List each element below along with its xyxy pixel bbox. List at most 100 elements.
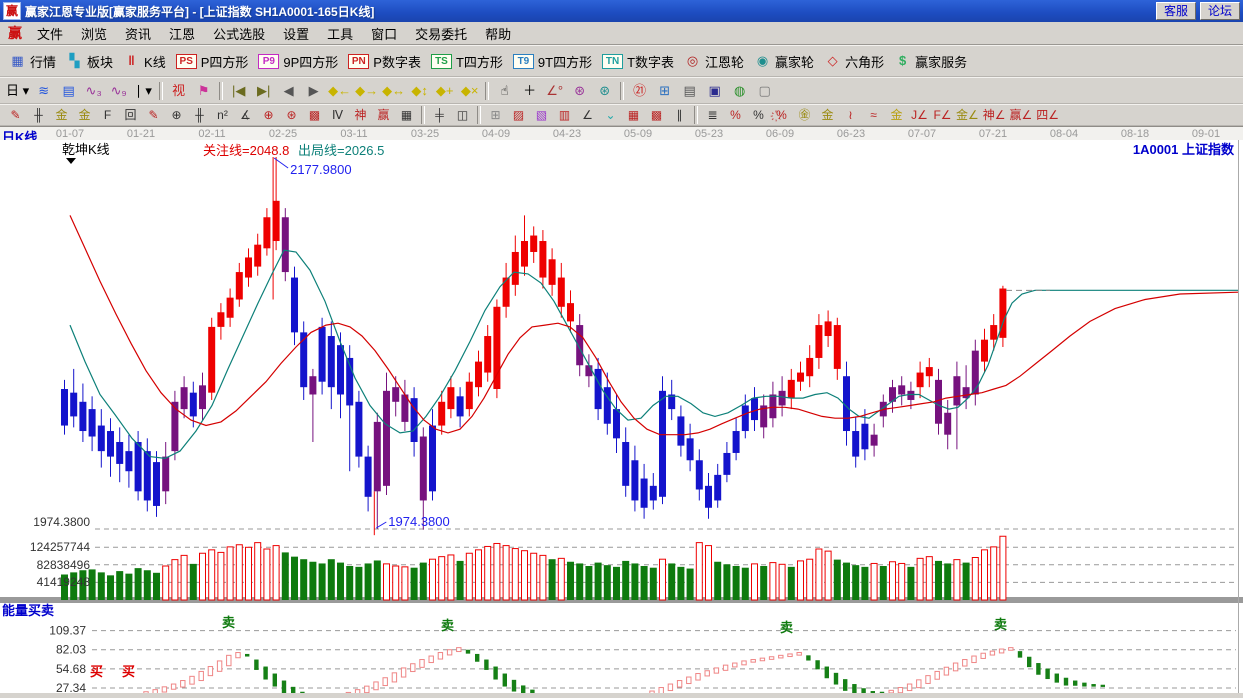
toolbar-button-yingjiafuwu[interactable]: $赢家服务 [894,52,967,71]
nav-diamond-right-button[interactable]: ◆→ [354,80,379,102]
nav-angle-tool-button[interactable]: ∠° [543,80,566,102]
draw-ink-line-button[interactable]: ≀ [840,106,861,125]
draw-golden-grid-2-button[interactable]: 金 [74,106,95,125]
nav-flag-marker-button[interactable]: ⚑ [192,80,215,102]
menu-item-1[interactable]: 浏览 [72,22,116,45]
draw-grid-red-button[interactable]: ▦ [623,106,644,125]
draw-fan-box-button[interactable]: ▥ [554,106,575,125]
nav-next-bar-button[interactable]: ▶ [302,80,325,102]
toolbar-button-yingjialun[interactable]: ◉赢家轮 [754,52,814,71]
draw-grid-dense-button[interactable]: ▩ [646,106,667,125]
nav-wave-view-button[interactable]: ≋ [32,80,55,102]
menu-item-4[interactable]: 公式选股 [204,22,274,45]
draw-roman-4-button[interactable]: Ⅳ [327,106,348,125]
nav-wave-9-button[interactable]: ∿₉ [107,80,130,102]
nav-crosshair-tool-button[interactable]: ＋ [518,80,541,102]
draw-fan-red-button[interactable]: ▨ [508,106,529,125]
menu-item-8[interactable]: 交易委托 [406,22,476,45]
forum-button[interactable]: 论坛 [1200,2,1240,20]
nav-web-button[interactable]: ◍ [728,80,751,102]
nav-hand-tool-button[interactable]: ☝ [493,80,516,102]
draw-angle-meas-button[interactable]: ∡ [235,106,256,125]
nav-calendar-button[interactable]: ㉑ [628,80,651,102]
toolbar-button-9t-sifangxing[interactable]: T99T四方形 [513,52,592,71]
draw-j-angle-button[interactable]: J∠ [909,106,930,125]
draw-percent-line-button[interactable]: ҉% [771,106,792,125]
nav-diamond-h-button[interactable]: ◆↔ [381,80,406,102]
draw-si-angle-button[interactable]: 四∠ [1035,106,1060,125]
toolbar-button-9p-sifangxing[interactable]: P99P四方形 [258,52,338,71]
nav-view-red-button[interactable]: 视 [167,80,190,102]
nav-diamond-v-button[interactable]: ◆↕ [408,80,431,102]
toolbar-button-hangqing[interactable]: ▦行情 [9,52,56,71]
toolbar-button-t-shuzibiao[interactable]: TNT数字表 [602,52,674,71]
draw-num-grid-button[interactable]: ▦ [396,106,417,125]
draw-star-wheel-button[interactable]: ⊛ [281,106,302,125]
draw-trend-angle-button[interactable]: ∠ [577,106,598,125]
menu-item-5[interactable]: 设置 [274,22,318,45]
toolbar-button-p-sifangxing[interactable]: PSP四方形 [176,52,249,71]
draw-wave-line-button[interactable]: ≈ [863,106,884,125]
draw-n-square-button[interactable]: n² [212,106,233,125]
customer-service-button[interactable]: 客服 [1156,2,1196,20]
nav-notes-button[interactable]: ▤ [678,80,701,102]
nav-wave-3-button[interactable]: ∿₃ [82,80,105,102]
draw-percent-red-button[interactable]: % [725,106,746,125]
draw-brush-red-button[interactable]: ✎ [143,106,164,125]
nav-diamond-plus-button[interactable]: ◆+ [433,80,456,102]
menu-item-2[interactable]: 资讯 [116,22,160,45]
draw-target-red-button[interactable]: ⊕ [258,106,279,125]
draw-circle-cycle-button[interactable]: ⊕ [166,106,187,125]
chart-area[interactable]: 2177.98001974.3800乾坤K线关注线=2048.8出局线=2026… [0,140,1243,693]
nav-diamond-left-button[interactable]: ◆← [327,80,352,102]
nav-save-button[interactable]: ▣ [703,80,726,102]
nav-first-bar-button[interactable]: |◀ [227,80,250,102]
draw-brush-button[interactable]: ✎ [5,106,26,125]
nav-purple-tool-button[interactable]: ⊛ [568,80,591,102]
toolbar-button-t-sifangxing[interactable]: TST四方形 [431,52,503,71]
draw-fibo-button[interactable]: F [97,106,118,125]
toolbar-button-bankuai[interactable]: ▚板块 [66,52,113,71]
draw-scale-list-button[interactable]: ≣ [702,106,723,125]
nav-diamond-x-button[interactable]: ◆× [458,80,481,102]
nav-candle-menu-button[interactable]: ∣ ▾ [132,80,155,102]
nav-calculator-button[interactable]: ⊞ [653,80,676,102]
draw-spider-grid-button[interactable]: ▩ [304,106,325,125]
draw-shen-grid-button[interactable]: 神 [350,106,371,125]
draw-box-split-button[interactable]: ◫ [452,106,473,125]
nav-workstation-button[interactable]: ▢ [753,80,776,102]
draw-fan-purple-button[interactable]: ▧ [531,106,552,125]
menu-item-7[interactable]: 窗口 [362,22,406,45]
draw-v-check-button[interactable]: ⌄ [600,106,621,125]
draw-shen-angle-button[interactable]: 神∠ [982,106,1007,125]
draw-h-measure-button[interactable]: ╪ [429,106,450,125]
nav-kline-style-menu-button[interactable]: 日 ▾ [5,80,30,102]
draw-gold-line-button[interactable]: 金 [817,106,838,125]
nav-prev-bar-button[interactable]: ◀ [277,80,300,102]
draw-gold-angle-button[interactable]: 金 [886,106,907,125]
kline-type-dropdown-icon[interactable] [66,158,76,164]
toolbar-button-jiangenlun[interactable]: ◎江恩轮 [684,52,744,71]
toolbar-button-liujiaoxing[interactable]: ◇六角形 [824,52,884,71]
nav-info-panel-button[interactable]: ▤ [57,80,80,102]
draw-parallel-button[interactable]: ∥ [669,106,690,125]
draw-spiral-button[interactable]: 回 [120,106,141,125]
draw-f-angle-button[interactable]: F∠ [932,106,953,125]
draw-ying-grid-button[interactable]: 赢 [373,106,394,125]
draw-percent-button[interactable]: % [748,106,769,125]
nav-last-bar-button[interactable]: ▶| [252,80,275,102]
draw-golden-grid-1-button[interactable]: 金 [51,106,72,125]
menu-item-3[interactable]: 江恩 [160,22,204,45]
menu-item-0[interactable]: 文件 [28,22,72,45]
draw-ying-angle-button[interactable]: 赢∠ [1009,106,1034,125]
menu-item-6[interactable]: 工具 [318,22,362,45]
menu-item-9[interactable]: 帮助 [476,22,520,45]
draw-gold-fan-button[interactable]: 金∠ [955,106,980,125]
toolbar-button-kxian[interactable]: ‖K线 [123,52,166,71]
draw-grid-gray-button[interactable]: ⊞ [485,106,506,125]
draw-gold-circle-button[interactable]: ㊎ [794,106,815,125]
nav-teal-tool-button[interactable]: ⊛ [593,80,616,102]
draw-gann-lines-button[interactable]: ╫ [28,106,49,125]
toolbar-button-p-shuzibiao[interactable]: PNP数字表 [348,52,421,71]
draw-ruler-lines-button[interactable]: ╫ [189,106,210,125]
